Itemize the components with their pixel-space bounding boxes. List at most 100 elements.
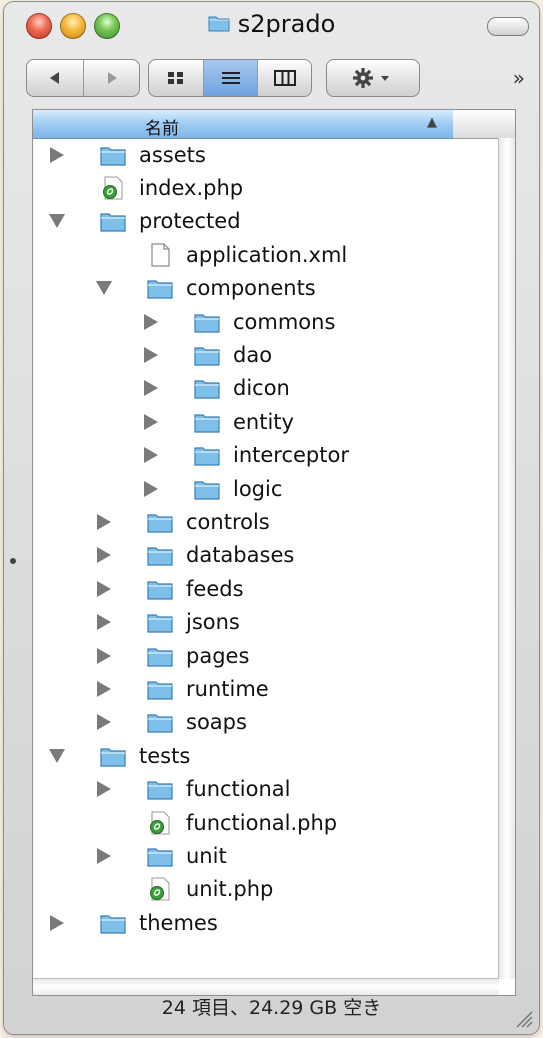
list-item[interactable]: feeds bbox=[96, 572, 244, 605]
disclosure-slot[interactable] bbox=[96, 513, 112, 530]
list-item[interactable]: soaps bbox=[96, 706, 247, 739]
window-edge-dot bbox=[10, 558, 16, 564]
disclosure-slot[interactable] bbox=[96, 680, 112, 697]
back-button[interactable] bbox=[27, 60, 83, 96]
list-item-label: themes bbox=[139, 910, 218, 935]
folder-icon bbox=[194, 347, 220, 366]
list-item[interactable]: runtime bbox=[96, 672, 269, 705]
disclosure-slot[interactable] bbox=[49, 214, 65, 229]
folder-icon bbox=[147, 280, 173, 299]
list-item-label: feeds bbox=[186, 576, 244, 601]
column-header-filler bbox=[453, 110, 515, 139]
toolbar-overflow-button[interactable]: » bbox=[513, 66, 525, 90]
disclosure-collapsed-icon[interactable] bbox=[144, 380, 158, 397]
list-item[interactable]: commons bbox=[143, 305, 335, 338]
php-file-icon bbox=[150, 811, 170, 834]
column-view-button[interactable] bbox=[257, 60, 311, 96]
list-item[interactable]: unit bbox=[96, 839, 227, 872]
list-item[interactable]: logic bbox=[143, 472, 282, 505]
action-menu-button[interactable] bbox=[326, 59, 420, 97]
list-item[interactable]: dicon bbox=[143, 372, 290, 405]
forward-button[interactable] bbox=[83, 60, 140, 96]
list-item[interactable]: interceptor bbox=[143, 439, 349, 472]
name-column-header[interactable]: 名前 ▲ bbox=[33, 110, 453, 139]
list-item[interactable]: tests bbox=[49, 739, 190, 772]
disclosure-slot[interactable] bbox=[49, 146, 65, 163]
vertical-scrollbar[interactable] bbox=[498, 138, 515, 979]
list-item[interactable]: components bbox=[96, 272, 316, 305]
disclosure-slot[interactable] bbox=[96, 614, 112, 631]
disclosure-slot[interactable] bbox=[143, 480, 159, 497]
list-item[interactable]: functional.php bbox=[96, 806, 337, 839]
icon-view-button[interactable] bbox=[149, 60, 203, 96]
list-item[interactable]: unit.php bbox=[96, 873, 273, 906]
disclosure-collapsed-icon[interactable] bbox=[97, 547, 111, 564]
list-view-button[interactable] bbox=[203, 60, 258, 96]
disclosure-slot[interactable] bbox=[96, 847, 112, 864]
list-item[interactable]: index.php bbox=[49, 171, 243, 204]
list-item[interactable]: application.xml bbox=[96, 238, 347, 271]
view-mode-control bbox=[148, 59, 312, 97]
list-item[interactable]: assets bbox=[49, 138, 206, 171]
php-file-icon bbox=[150, 877, 170, 901]
disclosure-slot[interactable] bbox=[143, 346, 159, 363]
disclosure-collapsed-icon[interactable] bbox=[97, 714, 111, 731]
list-item[interactable]: controls bbox=[96, 505, 270, 538]
list-item[interactable]: protected bbox=[49, 205, 241, 238]
list-item[interactable]: functional bbox=[96, 773, 291, 806]
list-item[interactable]: dao bbox=[143, 338, 272, 371]
disclosure-slot[interactable] bbox=[49, 748, 65, 763]
list-item[interactable]: databases bbox=[96, 539, 294, 572]
disclosure-collapsed-icon[interactable] bbox=[144, 413, 158, 430]
disclosure-collapsed-icon[interactable] bbox=[97, 513, 111, 530]
list-item[interactable]: jsons bbox=[96, 606, 240, 639]
list-item[interactable]: entity bbox=[143, 405, 294, 438]
list-item-label: components bbox=[186, 276, 316, 301]
disclosure-slot[interactable] bbox=[49, 914, 65, 931]
disclosure-collapsed-icon[interactable] bbox=[144, 447, 158, 464]
folder-icon bbox=[147, 581, 173, 600]
disclosure-slot[interactable] bbox=[143, 380, 159, 397]
column-view-icon bbox=[274, 70, 296, 86]
list-item[interactable]: pages bbox=[96, 639, 249, 672]
folder-icon bbox=[147, 848, 173, 867]
disclosure-slot[interactable] bbox=[96, 580, 112, 597]
disclosure-expanded-icon[interactable] bbox=[49, 214, 65, 229]
file-list: 名前 ▲ assets index.php protected application… bbox=[32, 109, 516, 996]
list-item[interactable]: themes bbox=[49, 906, 218, 939]
back-arrow-icon bbox=[50, 72, 59, 84]
disclosure-expanded-icon[interactable] bbox=[96, 281, 112, 296]
disclosure-collapsed-icon[interactable] bbox=[144, 480, 158, 497]
list-item-label: protected bbox=[139, 209, 241, 234]
disclosure-collapsed-icon[interactable] bbox=[97, 781, 111, 798]
disclosure-collapsed-icon[interactable] bbox=[97, 647, 111, 664]
disclosure-collapsed-icon[interactable] bbox=[97, 680, 111, 697]
disclosure-collapsed-icon[interactable] bbox=[50, 914, 64, 931]
disclosure-collapsed-icon[interactable] bbox=[97, 580, 111, 597]
disclosure-slot[interactable] bbox=[96, 281, 112, 296]
list-item-label: assets bbox=[139, 142, 206, 167]
disclosure-collapsed-icon[interactable] bbox=[144, 346, 158, 363]
disclosure-slot[interactable] bbox=[96, 547, 112, 564]
disclosure-collapsed-icon[interactable] bbox=[97, 614, 111, 631]
disclosure-slot[interactable] bbox=[96, 781, 112, 798]
disclosure-slot[interactable] bbox=[96, 714, 112, 731]
toolbar-toggle-button[interactable] bbox=[487, 17, 529, 36]
disclosure-collapsed-icon[interactable] bbox=[50, 146, 64, 163]
list-item-label: unit bbox=[186, 843, 227, 868]
status-bar: 24 項目、24.29 GB 空き bbox=[161, 997, 382, 1019]
disclosure-expanded-icon[interactable] bbox=[49, 748, 65, 763]
list-item-label: jsons bbox=[186, 610, 240, 635]
folder-icon bbox=[100, 748, 126, 767]
disclosure-slot[interactable] bbox=[96, 647, 112, 664]
disclosure-collapsed-icon[interactable] bbox=[97, 847, 111, 864]
disclosure-slot[interactable] bbox=[143, 413, 159, 430]
icon-view-icon bbox=[168, 72, 183, 84]
disclosure-collapsed-icon[interactable] bbox=[144, 313, 158, 330]
list-item-label: soaps bbox=[186, 710, 247, 735]
resize-grip-icon[interactable] bbox=[511, 1006, 533, 1028]
disclosure-slot[interactable] bbox=[143, 313, 159, 330]
folder-icon bbox=[147, 614, 173, 633]
disclosure-slot[interactable] bbox=[143, 447, 159, 464]
list-item-label: dao bbox=[233, 342, 273, 367]
